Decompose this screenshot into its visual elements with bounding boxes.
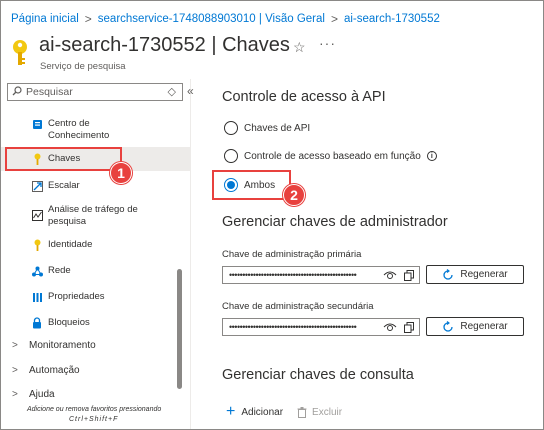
favorite-star-icon[interactable]: ☆ [293,39,306,56]
add-query-key-button[interactable]: + Adicionar [226,403,284,420]
favorites-hint: Adicione ou remova favoritos pressionand… [27,405,187,425]
sidebar-group-label: Monitoramento [29,340,96,351]
identity-icon [31,239,43,251]
delete-label: Excluir [312,406,343,418]
sidebar-item-traffic-analysis[interactable]: Análise de tráfego de pesquisa [1,201,190,229]
azure-portal-window: Página inicial > searchservice-174808890… [0,0,544,430]
query-keys-title: Gerenciar chaves de consulta [222,367,414,383]
refresh-icon [442,320,454,333]
info-icon[interactable]: i [426,151,437,161]
sidebar-group-automation[interactable]: > Automação [1,365,190,381]
breadcrumb-home[interactable]: Página inicial [11,13,79,25]
traffic-analysis-icon [31,209,43,221]
radio-label: Controle de acesso baseado em função [244,150,421,162]
knowledge-center-icon [31,118,43,130]
favorites-hint-shortcut: Ctrl+Shift+F [69,416,119,423]
network-icon [31,265,43,277]
radio-api-keys[interactable]: Chaves de API [224,121,310,135]
lock-icon [31,317,43,329]
sidebar-item-knowledge-center[interactable]: Centro de Conhecimento [1,117,190,143]
key-icon [9,39,31,67]
secondary-key-field[interactable]: ••••••••••••••••••••••••••••••••••••••••… [222,318,420,336]
breadcrumb-separator: > [330,12,338,26]
search-clear-icon[interactable]: ◇ [168,85,176,98]
regenerate-primary-button[interactable]: Regenerar [426,265,524,284]
regenerate-label: Regenerar [460,321,508,332]
copy-icon[interactable] [404,270,414,281]
api-access-title: Controle de acesso à API [222,89,386,105]
step-badge-2: 2 [283,184,305,206]
radio-label: Chaves de API [244,122,311,134]
sidebar-item-label: Propriedades [48,291,105,302]
primary-key-label: Chave de administração primária [222,249,362,260]
query-keys-toolbar: + Adicionar Excluir [226,403,343,420]
chevron-right-icon: > [12,365,18,376]
refresh-icon [442,268,454,281]
sidebar-group-help[interactable]: > Ajuda [1,389,190,399]
breadcrumb: Página inicial > searchservice-174808890… [11,11,440,27]
sidebar-item-label: Escalar [48,180,80,191]
sidebar-search-input[interactable] [26,86,156,98]
favorites-hint-line1: Adicione ou remova favoritos pressionand… [27,406,162,413]
sidebar-search[interactable]: ◇ [7,83,183,101]
breadcrumb-service-overview[interactable]: searchservice-1748088903010 | Visão Gera… [98,13,325,25]
callout-box-both [212,170,291,200]
sidebar-item-identity[interactable]: Identidade [1,235,190,255]
copy-icon[interactable] [404,322,414,333]
sidebar-group-label: Automação [29,365,80,376]
breadcrumb-current[interactable]: ai-search-1730552 [344,13,440,25]
secondary-key-label: Chave de administração secundária [222,301,374,312]
chevron-right-icon: > [12,389,18,399]
sidebar-item-scale[interactable]: Escalar [1,175,190,197]
scale-icon [31,180,43,192]
sidebar-item-label: Análise de tráfego de pesquisa [48,204,138,227]
sidebar-group-label: Ajuda [29,389,55,399]
collapse-sidebar-icon[interactable]: « [187,84,194,98]
primary-key-field[interactable]: ••••••••••••••••••••••••••••••••••••••••… [222,266,420,284]
sidebar-item-locks[interactable]: Bloqueios [1,313,190,333]
chevron-right-icon: > [12,340,18,351]
admin-keys-title: Gerenciar chaves de administrador [222,214,448,230]
primary-key-value: ••••••••••••••••••••••••••••••••••••••••… [229,270,357,280]
radio-circle[interactable] [224,121,238,135]
plus-icon: + [226,403,236,420]
sidebar-item-label: Identidade [48,239,93,250]
sidebar-item-label: Bloqueios [48,317,90,328]
radio-circle[interactable] [224,149,238,163]
trash-icon [297,406,307,418]
more-options-icon[interactable]: ··· [319,35,336,51]
sidebar-item-label: Centro de Conhecimento [48,118,110,141]
breadcrumb-separator: > [84,12,92,26]
step-badge-1: 1 [110,162,132,184]
page-subtitle: Serviço de pesquisa [40,61,126,72]
secondary-key-value: ••••••••••••••••••••••••••••••••••••••••… [229,322,357,332]
sidebar-item-properties[interactable]: Propriedades [1,287,190,307]
callout-box-keys [5,147,122,171]
show-key-icon[interactable] [383,321,397,333]
add-label: Adicionar [241,406,284,418]
page-title: ai-search-1730552 | Chaves [39,34,290,56]
sidebar-item-label: Rede [48,265,71,276]
sidebar-group-monitoring[interactable]: > Monitoramento [1,340,190,356]
regenerate-secondary-button[interactable]: Regenerar [426,317,524,336]
sidebar-item-network[interactable]: Rede [1,261,190,281]
sidebar: ◇ « Centro de Conhecimento Chaves Escala… [1,79,194,429]
delete-query-key-button[interactable]: Excluir [297,406,343,418]
properties-icon [31,291,43,303]
show-key-icon[interactable] [383,269,397,281]
search-icon [12,85,26,99]
sidebar-scrollbar[interactable] [177,269,182,389]
radio-rbac[interactable]: Controle de acesso baseado em função i [224,149,437,163]
regenerate-label: Regenerar [460,269,508,280]
